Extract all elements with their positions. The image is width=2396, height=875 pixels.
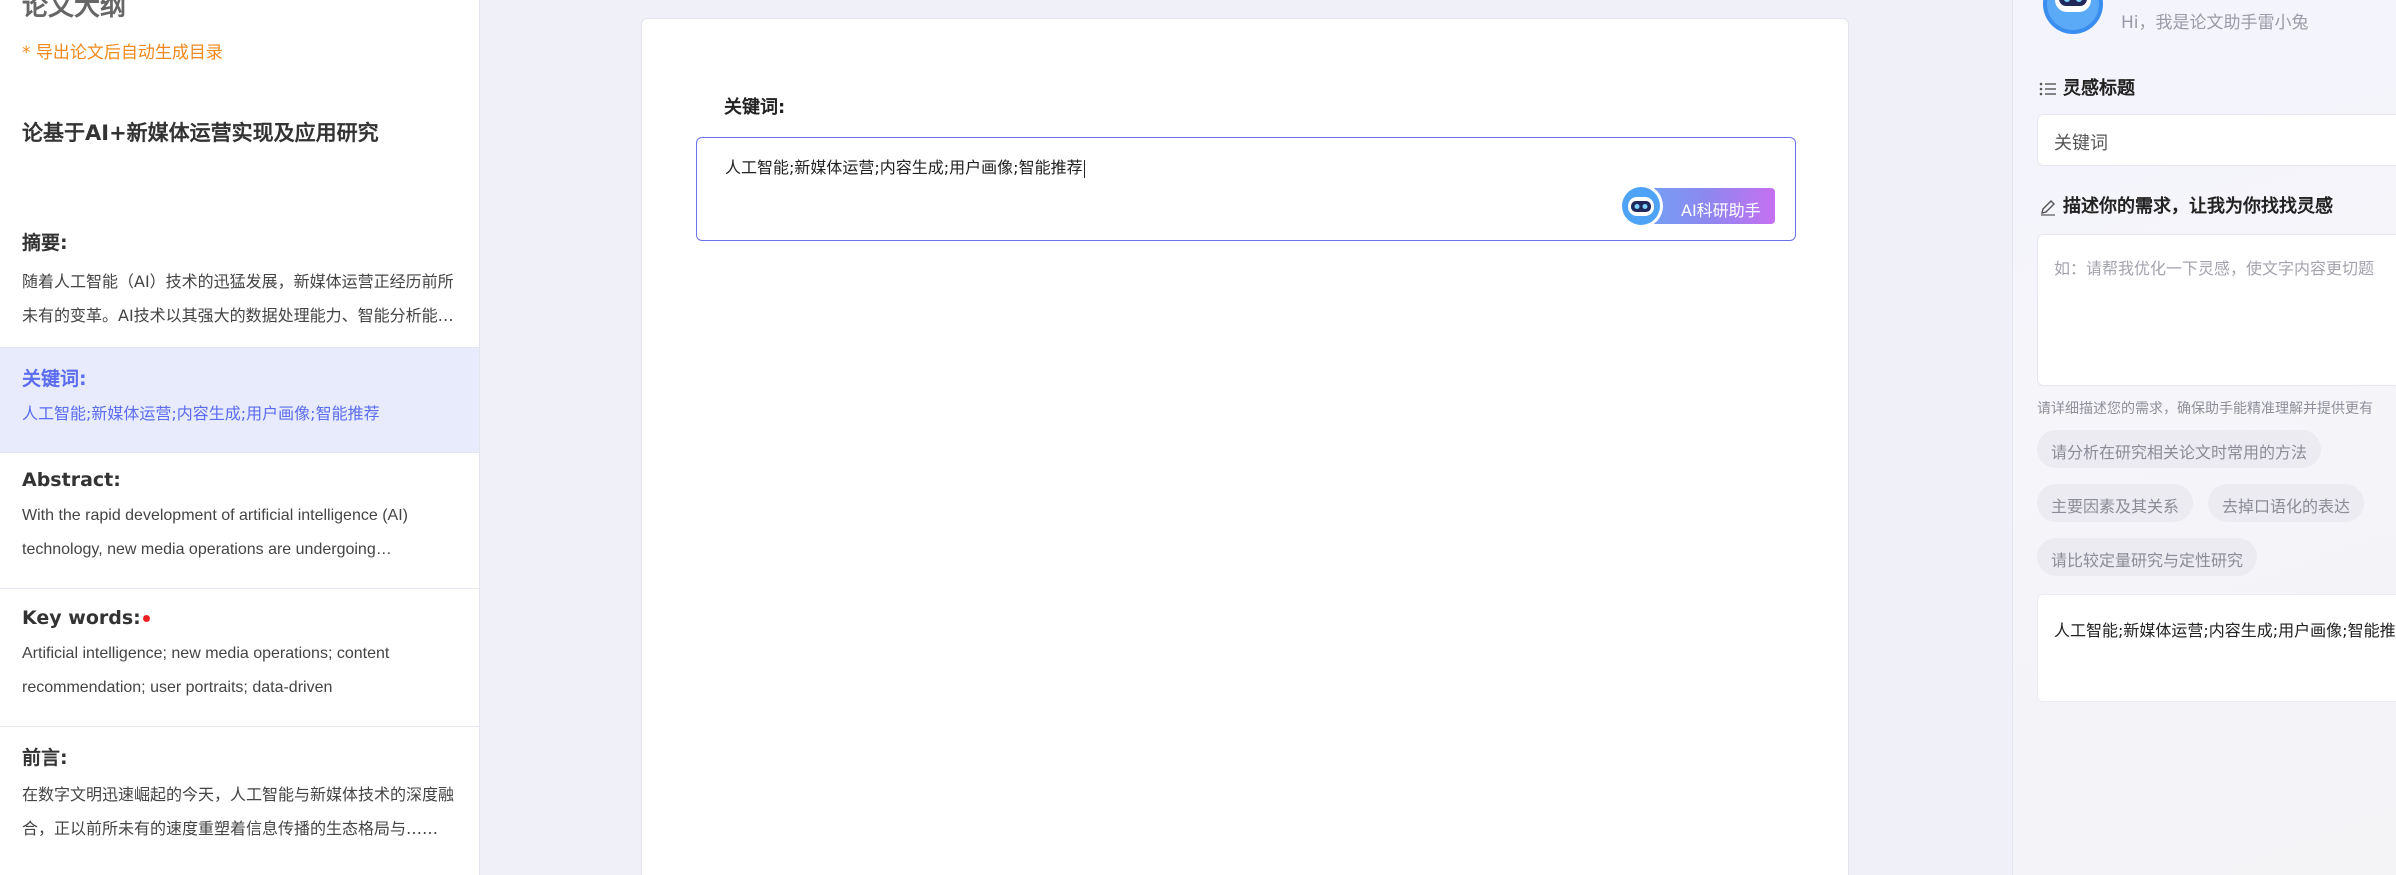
outline-item-text: Artificial intelligence; new media opera… [22,645,390,696]
request-input[interactable]: 如：请帮我优化一下灵感，使文字内容更切题 [2037,234,2396,386]
outline-item-keywords-en[interactable]: Key words: Artificial intelligence; new … [0,589,479,727]
assistant-panel: Hi，我是论文助手雷小兔 灵感标题 关键词 描述你的需求，让我为你找找灵感 如：… [2012,0,2396,875]
outline-item-keywords-zh[interactable]: 关键词: 人工智能;新媒体运营;内容生成;用户画像;智能推荐 [0,348,479,453]
outline-item-heading: 关键词: [22,368,87,390]
red-dot-icon [142,615,150,622]
outline-item-heading: 前言: [22,747,68,769]
suggestion-chip[interactable]: 主要因素及其关系 [2037,484,2194,522]
outline-item-text: 人工智能;新媒体运营;内容生成;用户画像;智能推荐 [22,404,380,423]
outline-item-text: 随着人工智能（AI）技术的迅猛发展，新媒体运营正经历前所未有的变革。AI技术以其… [22,272,454,325]
outline-item-abstract-en[interactable]: Abstract: With the rapid development of … [0,453,479,589]
outline-item-preface[interactable]: 前言: 在数字文明迅速崛起的今天，人工智能与新媒体技术的深度融合，正以前所未有的… [0,727,479,875]
request-hint: 请详细描述您的需求，确保助手能精准理解并提供更有 [2037,401,2373,417]
list-icon [2039,82,2056,96]
outline-item-heading: 摘要: [22,232,68,254]
keywords-value[interactable]: 人工智能;新媒体运营;内容生成;用户画像;智能推荐 [725,154,1085,178]
document-page: 关键词: 人工智能;新媒体运营;内容生成;用户画像;智能推荐 AI科研助手 [641,18,1849,875]
inspiration-title-text: 灵感标题 [2063,78,2135,99]
robot-avatar-icon [2043,0,2103,34]
outline-item-abstract-zh[interactable]: 摘要: 随着人工智能（AI）技术的迅猛发展，新媒体运营正经历前所未有的变革。AI… [0,216,479,348]
outline-item-text: 在数字文明迅速崛起的今天，人工智能与新媒体技术的深度融合，正以前所未有的速度重塑… [22,785,455,838]
outline-item-heading: Key words: [22,607,141,629]
outline-title: 论文大纲 [22,0,127,22]
keywords-label: 关键词: [724,97,786,118]
request-heading-text: 描述你的需求，让我为你找找灵感 [2063,196,2333,217]
export-notice: * 导出论文后自动生成目录 [22,43,223,63]
outline-panel: 论文大纲 * 导出论文后自动生成目录 论基于AI+新媒体运营实现及应用研究 摘要… [0,0,480,875]
ai-assistant-label: AI科研助手 [1681,201,1761,220]
suggestion-chip[interactable]: 请比较定量研究与定性研究 [2037,538,2258,576]
suggestion-chip[interactable]: 去掉口语化的表达 [2208,484,2365,522]
paper-title[interactable]: 论基于AI+新媒体运营实现及应用研究 [22,116,382,150]
inspiration-title-heading: 灵感标题 [2037,74,2135,100]
request-heading: 描述你的需求，让我为你找找灵感 [2037,192,2333,218]
assistant-greeting: Hi，我是论文助手雷小兔 [2121,13,2309,33]
generated-result[interactable]: 人工智能;新媒体运营;内容生成;用户画像;智能推荐 [2037,594,2396,702]
ai-assistant-button[interactable]: AI科研助手 [1619,184,1775,228]
suggestion-chip[interactable]: 请分析在研究相关论文时常用的方法 [2037,430,2322,468]
keywords-editor[interactable]: 人工智能;新媒体运营;内容生成;用户画像;智能推荐 AI科研助手 [696,137,1796,241]
outline-item-heading: Abstract: [22,469,121,491]
outline-item-text: With the rapid development of artificial… [22,507,408,558]
inspiration-title-select[interactable]: 关键词 [2037,114,2396,166]
robot-avatar-icon [1619,184,1663,228]
pencil-icon [2041,200,2055,216]
